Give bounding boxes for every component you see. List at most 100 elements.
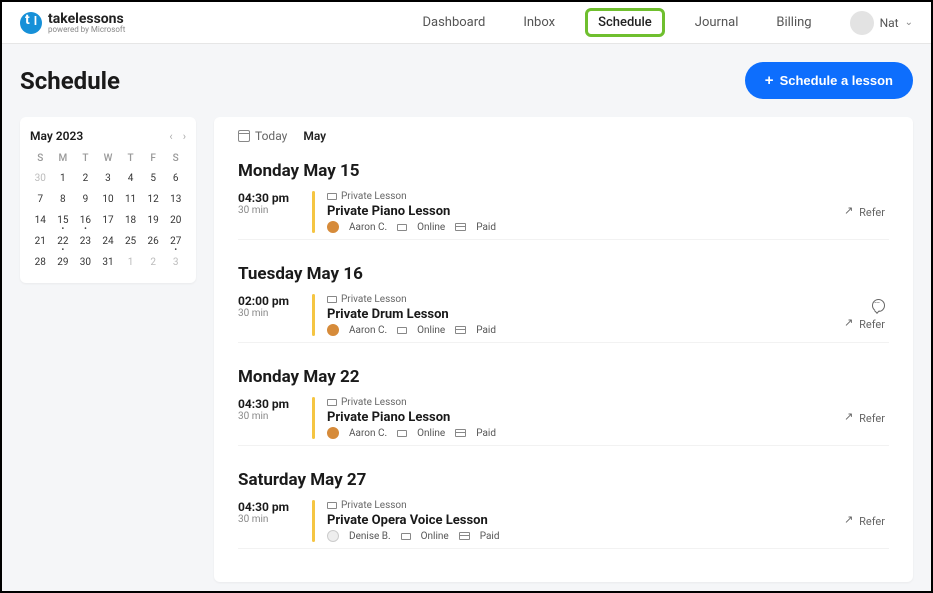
share-icon [844,516,855,527]
schedule-lesson-button[interactable]: + Schedule a lesson [745,62,913,99]
teacher-name: Aaron C. [349,428,387,439]
teacher-name: Aaron C. [349,325,387,336]
calendar-day[interactable]: 28 [30,254,51,271]
calendar-day[interactable]: 5 [143,170,164,187]
nav-item-dashboard[interactable]: Dashboard [414,9,493,36]
lesson-body: Private LessonPrivate Drum LessonAaron C… [327,294,844,336]
calendar-day[interactable]: 27 [165,233,186,250]
lesson-card[interactable]: 04:30 pm30 min Private Lesson Private Pian… [238,397,889,446]
lesson-title: Private Piano Lesson [327,410,844,425]
laptop-icon [397,224,407,231]
lesson-tag: Private Lesson [327,397,844,408]
lesson-duration: 30 min [238,205,300,216]
lesson-time: 02:00 pm30 min [238,294,300,336]
calendar-header: May 2023 ‹ › [30,129,186,143]
day-heading: Monday May 22 [238,367,889,387]
lesson-list: Today May Monday May 1504:30 pm30 minPri… [214,117,913,582]
laptop-icon [401,533,411,540]
calendar-arrows: ‹ › [169,130,186,143]
nav-item-inbox[interactable]: Inbox [515,9,563,36]
calendar-day[interactable]: 16 [75,212,96,229]
calendar-day[interactable]: 6 [165,170,186,187]
calendar-prev-icon[interactable]: ‹ [169,130,172,143]
dow-label: W [98,151,119,166]
refer-button[interactable]: Refer [844,515,885,528]
lesson-time: 04:30 pm30 min [238,397,300,439]
teacher-avatar-icon [327,427,339,439]
day-group: Monday May 22 04:30 pm30 min Private Lesso… [238,367,889,446]
refer-button[interactable]: Refer [844,318,885,331]
laptop-icon [327,502,337,509]
lesson-card[interactable]: 02:00 pm30 min Private LessonPrivate Drum… [238,294,889,343]
calendar-day[interactable]: 26 [143,233,164,250]
calendar-day[interactable]: 13 [165,191,186,208]
paid-label: Paid [476,325,496,336]
lesson-title: Private Drum Lesson [327,307,844,322]
calendar-day[interactable]: 31 [98,254,119,271]
calendar-day[interactable]: 10 [98,191,119,208]
calendar-day[interactable]: 12 [143,191,164,208]
today-label: Today [255,129,287,143]
calendar-day[interactable]: 9 [75,191,96,208]
calendar-day[interactable]: 29 [53,254,74,271]
calendar-day[interactable]: 2 [143,254,164,271]
lesson-meta: Aaron C.OnlinePaid [327,221,844,233]
dow-label: T [120,151,141,166]
lesson-card[interactable]: 04:30 pm30 minPrivate LessonPrivate Oper… [238,500,889,549]
chat-icon[interactable] [872,299,885,312]
brand-name: takelessons [48,12,125,26]
laptop-icon [397,327,407,334]
calendar-day[interactable]: 23 [75,233,96,250]
teacher-avatar-icon [327,324,339,336]
lesson-start: 02:00 pm [238,294,300,308]
logo[interactable]: takelessons powered by Microsoft [20,12,125,34]
calendar-day[interactable]: 8 [53,191,74,208]
calendar-day[interactable]: 20 [165,212,186,229]
calendar-title: May 2023 [30,129,83,143]
lesson-body: Private Lesson Private Piano Lesson Aaron … [327,397,844,439]
refer-button[interactable]: Refer [844,412,885,425]
calendar-day[interactable]: 17 [98,212,119,229]
nav-item-schedule[interactable]: Schedule [585,8,665,37]
calendar-day[interactable]: 2 [75,170,96,187]
calendar-day[interactable]: 1 [120,254,141,271]
calendar-day[interactable]: 22 [53,233,74,250]
refer-button[interactable]: Refer [844,206,885,219]
accent-bar [312,397,315,439]
calendar-day[interactable]: 18 [120,212,141,229]
calendar-next-icon[interactable]: › [183,130,186,143]
accent-bar [312,294,315,336]
calendar-day[interactable]: 3 [165,254,186,271]
user-menu[interactable]: Nat ⌄ [850,11,913,35]
calendar-day[interactable]: 14 [30,212,51,229]
calendar-day[interactable]: 7 [30,191,51,208]
calendar-day[interactable]: 21 [30,233,51,250]
nav-item-journal[interactable]: Journal [687,9,747,36]
lesson-time: 04:30 pm30 min [238,191,300,233]
lesson-card[interactable]: 04:30 pm30 minPrivate LessonPrivate Pian… [238,191,889,240]
calendar-day[interactable]: 1 [53,170,74,187]
calendar-day[interactable]: 4 [120,170,141,187]
nav-item-billing[interactable]: Billing [768,9,819,36]
calendar-day[interactable]: 19 [143,212,164,229]
calendar-day[interactable]: 24 [98,233,119,250]
lesson-meta: Aaron C.OnlinePaid [327,324,844,336]
lesson-body: Private LessonPrivate Opera Voice Lesson… [327,500,844,542]
today-button[interactable]: Today [238,129,287,143]
calendar-day[interactable]: 30 [75,254,96,271]
calendar-day[interactable]: 25 [120,233,141,250]
online-label: Online [417,222,445,233]
dow-label: F [143,151,164,166]
lesson-start: 04:30 pm [238,191,300,205]
page-title: Schedule [20,67,120,95]
calendar-day[interactable]: 3 [98,170,119,187]
calendar-icon [238,130,250,142]
calendar-day[interactable]: 30 [30,170,51,187]
calendar-day[interactable]: 11 [120,191,141,208]
lesson-meta: Denise B.OnlinePaid [327,530,844,542]
teacher-name: Aaron C. [349,222,387,233]
lesson-title: Private Piano Lesson [327,204,844,219]
lesson-actions: Refer [844,500,889,542]
avatar-icon [850,11,874,35]
calendar-day[interactable]: 15 [53,212,74,229]
